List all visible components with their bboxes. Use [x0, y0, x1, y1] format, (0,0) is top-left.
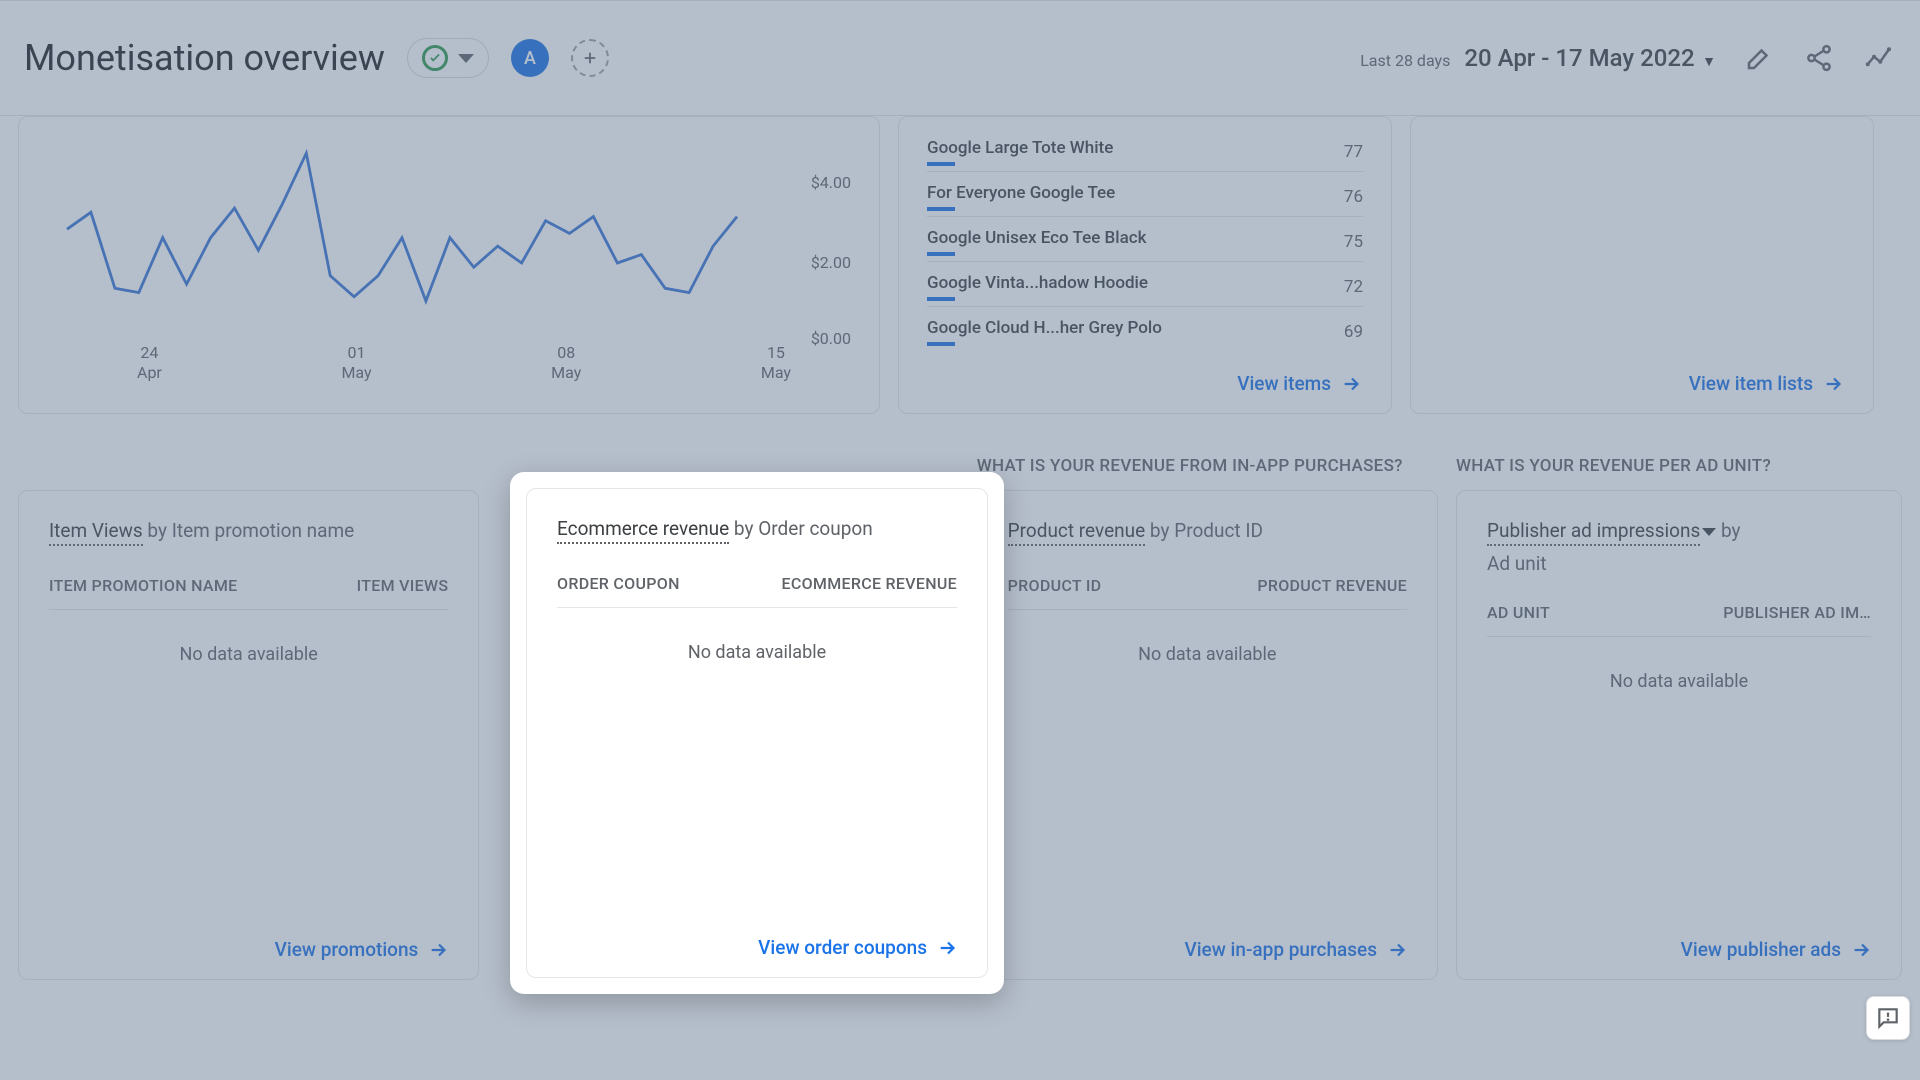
promotions-title: Item Views by Item promotion name: [49, 519, 448, 542]
product-col2: PRODUCT REVENUE: [1257, 576, 1407, 595]
promotions-no-data: No data available: [49, 644, 448, 665]
top-item-row[interactable]: Google Vinta...hadow Hoodie 72: [927, 261, 1363, 306]
spotlight-card: Ecommerce revenue by Order coupon ORDER …: [510, 472, 1004, 994]
item-name: Google Unisex Eco Tee Black: [927, 228, 1147, 248]
top-item-row[interactable]: Google Unisex Eco Tee Black 75: [927, 216, 1363, 261]
report-header: Monetisation overview A Last 28 days 20 …: [0, 0, 1920, 116]
item-value: 72: [1344, 277, 1363, 297]
publisher-no-data: No data available: [1487, 671, 1871, 692]
date-range-value: 20 Apr - 17 May 2022 ▼: [1464, 44, 1716, 72]
item-name: For Everyone Google Tee: [927, 183, 1115, 203]
publisher-ads-card: Publisher ad impressions by Ad unit AD U…: [1456, 490, 1902, 980]
publisher-dimension: Ad unit: [1487, 552, 1547, 575]
coupons-card: Ecommerce revenue by Order coupon ORDER …: [526, 488, 988, 978]
feedback-button[interactable]: [1866, 996, 1910, 1040]
top-items-card: Google Large Tote White 77 For Everyone Go…: [898, 116, 1392, 414]
view-publisher-ads-link[interactable]: View publisher ads: [1681, 938, 1873, 961]
share-icon[interactable]: [1802, 41, 1836, 75]
chart-ytick-0: $4.00: [811, 173, 851, 192]
add-comparison-button[interactable]: [571, 39, 609, 77]
item-value: 77: [1344, 142, 1363, 162]
coupons-col2: ECOMMERCE REVENUE: [782, 574, 958, 593]
section-heading-in-app: WHAT IS YOUR REVENUE FROM IN-APP PURCHAS…: [977, 456, 1438, 476]
item-value: 69: [1344, 322, 1363, 342]
publisher-col1: AD UNIT: [1487, 603, 1550, 622]
view-order-coupons-link[interactable]: View order coupons: [758, 936, 959, 959]
section-heading-ad-unit: WHAT IS YOUR REVENUE PER AD UNIT?: [1456, 456, 1902, 476]
chart-x-axis: 24Apr 01May 08May 15May: [47, 343, 851, 383]
item-name: Google Large Tote White: [927, 138, 1113, 158]
product-no-data: No data available: [1008, 644, 1407, 665]
item-sparkbar: [927, 297, 955, 301]
item-name: Google Vinta...hadow Hoodie: [927, 273, 1148, 293]
item-value: 75: [1344, 232, 1363, 252]
publisher-col2: PUBLISHER AD IM…: [1723, 603, 1871, 622]
view-item-lists-link[interactable]: View item lists: [1689, 372, 1845, 395]
check-circle-icon: [422, 45, 448, 71]
view-items-link[interactable]: View items: [1237, 372, 1363, 395]
item-sparkbar: [927, 207, 955, 211]
chart-ytick-2: $0.00: [811, 329, 851, 348]
view-promotions-link[interactable]: View promotions: [275, 938, 451, 961]
item-value: 76: [1344, 187, 1363, 207]
line-chart-card: $4.00 $2.00 $0.00 24Apr 01May 08May 15Ma…: [18, 116, 880, 414]
top-item-row[interactable]: Google Cloud H...her Grey Polo 69: [927, 306, 1363, 351]
page-title: Monetisation overview: [24, 37, 385, 79]
item-name: Google Cloud H...her Grey Polo: [927, 318, 1162, 338]
item-sparkbar: [927, 252, 955, 256]
coupons-title: Ecommerce revenue by Order coupon: [557, 517, 957, 540]
item-sparkbar: [927, 162, 955, 166]
top-item-row[interactable]: For Everyone Google Tee 76: [927, 171, 1363, 216]
chart-ytick-1: $2.00: [811, 253, 851, 272]
view-in-app-purchases-link[interactable]: View in-app purchases: [1184, 938, 1409, 961]
coupons-col1: ORDER COUPON: [557, 574, 680, 593]
item-sparkbar: [927, 342, 955, 346]
promotions-col1: ITEM PROMOTION NAME: [49, 576, 237, 595]
in-app-purchases-card: Product revenue by Product ID PRODUCT ID…: [977, 490, 1438, 980]
product-col1: PRODUCT ID: [1008, 576, 1102, 595]
promotions-card: Item Views by Item promotion name ITEM P…: [18, 490, 479, 980]
coupons-no-data: No data available: [557, 642, 957, 663]
publisher-title[interactable]: Publisher ad impressions by: [1487, 519, 1871, 542]
comparison-avatar[interactable]: A: [511, 39, 549, 77]
chevron-down-icon: [1702, 528, 1716, 536]
promotions-col2: ITEM VIEWS: [357, 576, 449, 595]
date-range-picker[interactable]: Last 28 days 20 Apr - 17 May 2022 ▼: [1360, 44, 1716, 72]
insights-icon[interactable]: [1862, 41, 1896, 75]
edit-icon[interactable]: [1742, 41, 1776, 75]
chevron-down-icon: [458, 54, 474, 63]
segment-selector[interactable]: [407, 38, 489, 78]
product-title: Product revenue by Product ID: [1008, 519, 1407, 542]
item-lists-card: View item lists: [1410, 116, 1874, 414]
top-item-row[interactable]: Google Large Tote White 77: [927, 127, 1363, 171]
date-range-preset-label: Last 28 days: [1360, 51, 1450, 70]
line-chart[interactable]: $4.00 $2.00 $0.00: [47, 139, 851, 339]
